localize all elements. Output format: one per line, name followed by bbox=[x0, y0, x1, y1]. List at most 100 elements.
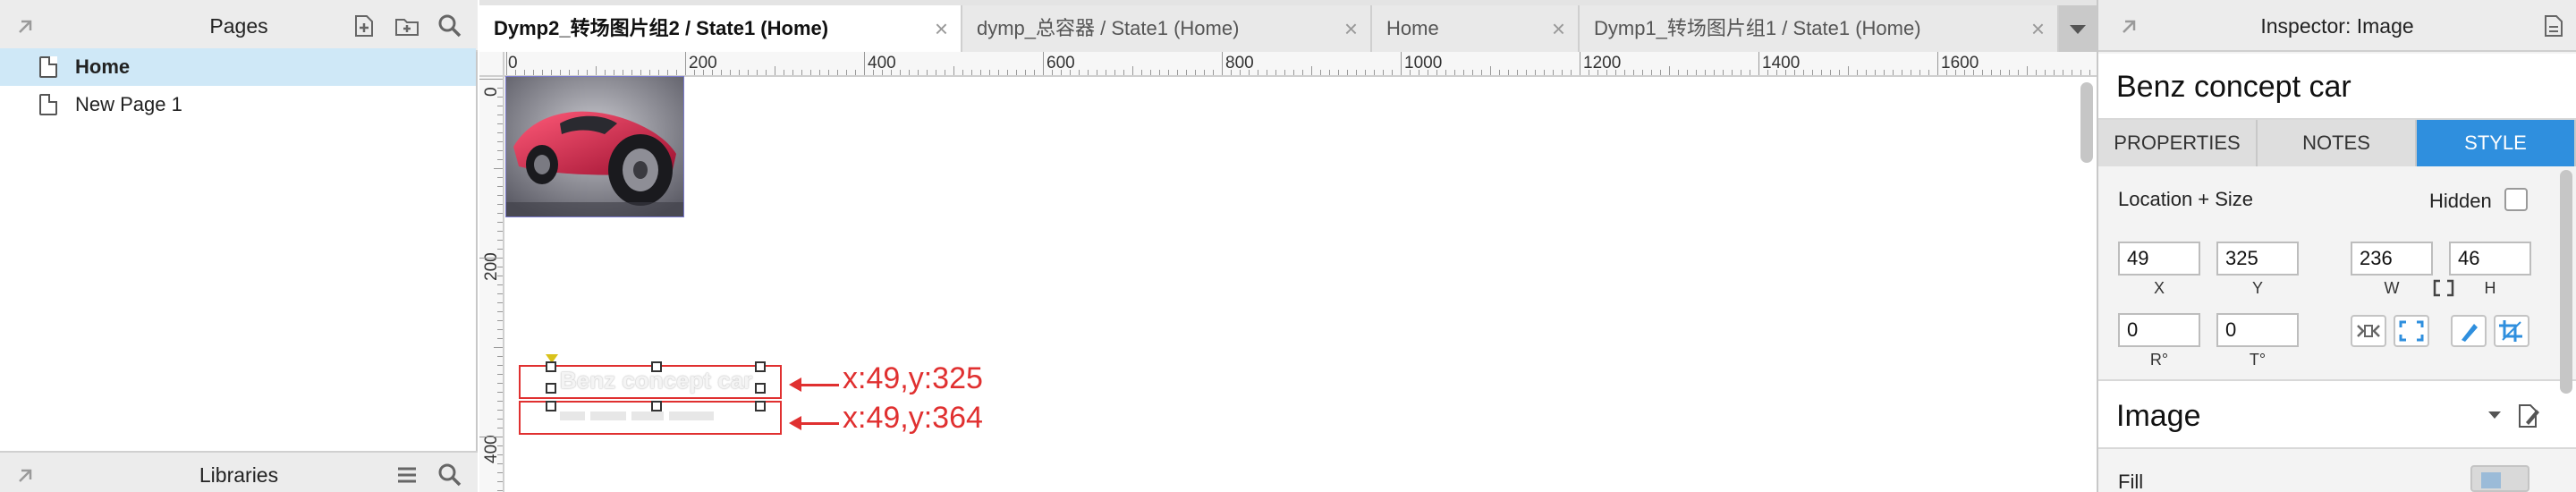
tab-dymp1[interactable]: Dymp1_转场图片组1 / State1 (Home) × bbox=[1580, 5, 2059, 52]
close-icon[interactable]: × bbox=[935, 5, 948, 52]
close-icon[interactable]: × bbox=[1344, 5, 1358, 52]
resize-handle-top[interactable] bbox=[651, 361, 662, 372]
fill-color-picker[interactable] bbox=[2470, 465, 2529, 492]
ruler-tick bbox=[2045, 70, 2046, 75]
ruler-tick bbox=[479, 258, 503, 259]
vertical-ruler[interactable]: 0 200 400 bbox=[479, 77, 504, 492]
search-icon[interactable] bbox=[436, 462, 463, 488]
x-field[interactable]: 49 bbox=[2118, 242, 2200, 276]
resize-handle-top-right[interactable] bbox=[755, 361, 766, 372]
ruler-tick bbox=[560, 70, 561, 75]
resize-handle-left[interactable] bbox=[546, 383, 556, 394]
y-field[interactable]: 325 bbox=[2216, 242, 2299, 276]
tab-dymp2[interactable]: Dymp2_转场图片组2 / State1 (Home) × bbox=[479, 5, 962, 52]
tab-properties[interactable]: PROPERTIES bbox=[2098, 120, 2258, 166]
image-section-header[interactable]: Image bbox=[2098, 379, 2576, 449]
height-field[interactable]: 46 bbox=[2449, 242, 2531, 276]
car-image-widget[interactable] bbox=[505, 76, 684, 217]
search-icon[interactable] bbox=[436, 13, 463, 39]
ruler-tick bbox=[578, 70, 579, 75]
x-caption: X bbox=[2153, 279, 2165, 297]
ruler-tick bbox=[1678, 70, 1679, 75]
resize-handle-bottom-right[interactable] bbox=[755, 401, 766, 411]
hidden-checkbox[interactable] bbox=[2504, 188, 2528, 211]
tab-style[interactable]: STYLE bbox=[2417, 120, 2576, 166]
add-page-icon[interactable] bbox=[351, 13, 377, 39]
ruler-tick bbox=[1642, 70, 1643, 75]
text-rotation-caption: T° bbox=[2249, 351, 2267, 369]
edit-image-button[interactable] bbox=[2451, 315, 2487, 347]
rotation-field[interactable]: 0 bbox=[2118, 313, 2200, 347]
ruler-tick bbox=[1410, 70, 1411, 75]
ruler-tick bbox=[2036, 70, 2037, 75]
ruler-tick bbox=[1857, 70, 1858, 75]
tab-notes[interactable]: NOTES bbox=[2258, 120, 2417, 166]
ruler-tick bbox=[1222, 52, 1223, 75]
ruler-tick bbox=[497, 445, 503, 446]
ruler-tick bbox=[1356, 70, 1357, 75]
tab-label: Dymp1_转场图片组1 / State1 (Home) bbox=[1594, 17, 1921, 39]
auto-fit-button[interactable] bbox=[2394, 315, 2429, 347]
ruler-tick bbox=[676, 70, 677, 75]
ruler-tick bbox=[757, 70, 758, 75]
text-rotation-field[interactable]: 0 bbox=[2216, 313, 2299, 347]
resize-handle-bottom[interactable] bbox=[651, 401, 662, 411]
ruler-tick bbox=[989, 70, 990, 75]
ruler-tick bbox=[1839, 70, 1840, 75]
menu-icon[interactable] bbox=[394, 462, 420, 488]
ruler-tick bbox=[855, 70, 856, 75]
vertical-scrollbar[interactable] bbox=[2080, 82, 2093, 163]
annotation-label: x:49,y:325 bbox=[843, 361, 983, 395]
ruler-tick bbox=[1821, 70, 1822, 75]
ruler-tick bbox=[497, 177, 503, 178]
ruler-tick bbox=[497, 374, 503, 375]
ruler-tick bbox=[497, 472, 503, 473]
lock-aspect-icon[interactable] bbox=[2433, 279, 2454, 297]
ruler-tick bbox=[1052, 70, 1053, 75]
ruler-tick bbox=[631, 70, 632, 75]
ruler-tick bbox=[605, 70, 606, 75]
resize-handle-top-left[interactable] bbox=[546, 361, 556, 372]
ruler-tick bbox=[1436, 70, 1437, 75]
ruler-tick bbox=[962, 70, 963, 75]
ruler-tick bbox=[1687, 70, 1688, 75]
ruler-corner bbox=[479, 52, 504, 77]
close-icon[interactable]: × bbox=[2031, 5, 2045, 52]
inspector-tabs: PROPERTIES NOTES STYLE bbox=[2098, 120, 2576, 166]
width-field[interactable]: 236 bbox=[2351, 242, 2433, 276]
ruler-tick bbox=[497, 249, 503, 250]
notes-page-icon[interactable] bbox=[2540, 13, 2567, 39]
annotation-label: x:49,y:364 bbox=[843, 401, 983, 435]
add-folder-icon[interactable] bbox=[394, 13, 420, 39]
tab-home[interactable]: Home × bbox=[1372, 5, 1580, 52]
ruler-tick bbox=[1177, 70, 1178, 75]
ruler-tick bbox=[497, 293, 503, 294]
ruler-tick bbox=[497, 213, 503, 214]
page-item-new-page-1[interactable]: New Page 1 bbox=[0, 86, 476, 123]
close-icon[interactable]: × bbox=[1552, 5, 1565, 52]
ruler-tick bbox=[497, 410, 503, 411]
ruler-tick bbox=[953, 66, 954, 75]
crop-icon[interactable] bbox=[2494, 315, 2529, 347]
fit-to-content-button[interactable] bbox=[2351, 315, 2386, 347]
tab-dymp-container[interactable]: dymp_总容器 / State1 (Home) × bbox=[962, 5, 1372, 52]
ruler-tick bbox=[2000, 70, 2001, 75]
ruler-tick bbox=[900, 70, 901, 75]
widget-name-field[interactable]: Benz concept car bbox=[2098, 54, 2576, 120]
ruler-tick bbox=[694, 70, 695, 75]
resize-handle-right[interactable] bbox=[755, 383, 766, 394]
horizontal-ruler[interactable]: 0 200 400 600 800 1000 1200 1400 1600 bbox=[504, 52, 2099, 77]
ruler-tick bbox=[1240, 70, 1241, 75]
ruler-tick bbox=[587, 70, 588, 75]
chevron-down-icon[interactable] bbox=[2487, 410, 2503, 422]
ruler-tick bbox=[1803, 70, 1804, 75]
inspector-scrollbar[interactable] bbox=[2560, 170, 2572, 394]
ruler-tick bbox=[569, 70, 570, 75]
tab-overflow-menu-button[interactable] bbox=[2059, 5, 2097, 52]
resize-handle-bottom-left[interactable] bbox=[546, 401, 556, 411]
ruler-tick bbox=[497, 88, 503, 89]
ruler-tick bbox=[1481, 70, 1482, 75]
page-item-home[interactable]: Home bbox=[0, 48, 476, 86]
ruler-tick bbox=[2027, 66, 2028, 75]
style-edit-icon[interactable] bbox=[2515, 403, 2542, 429]
